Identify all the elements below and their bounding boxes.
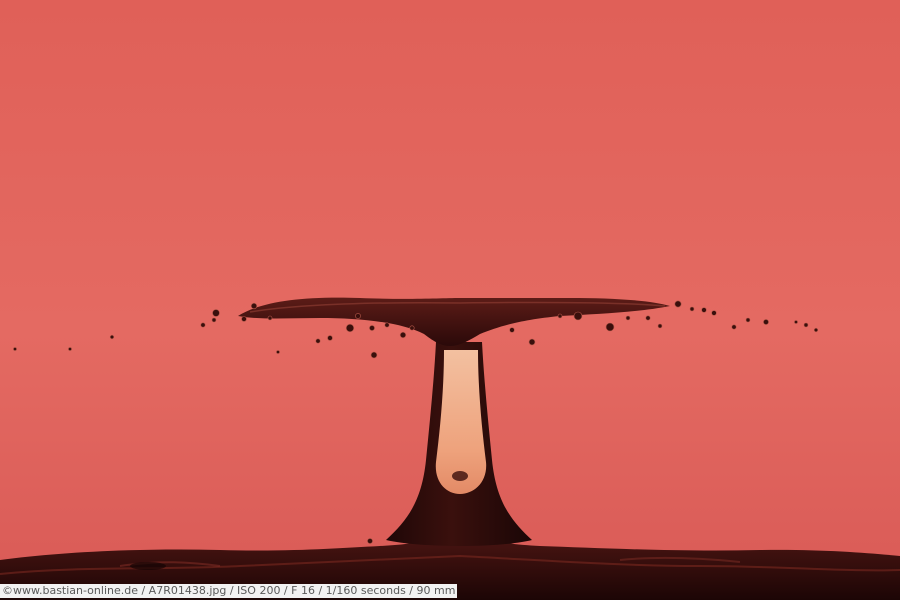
photo-caption: ©www.bastian-online.de / A7R01438.jpg / …: [0, 584, 458, 598]
splash-photo: ©www.bastian-online.de / A7R01438.jpg / …: [0, 0, 900, 600]
photo-canvas: [0, 0, 900, 600]
